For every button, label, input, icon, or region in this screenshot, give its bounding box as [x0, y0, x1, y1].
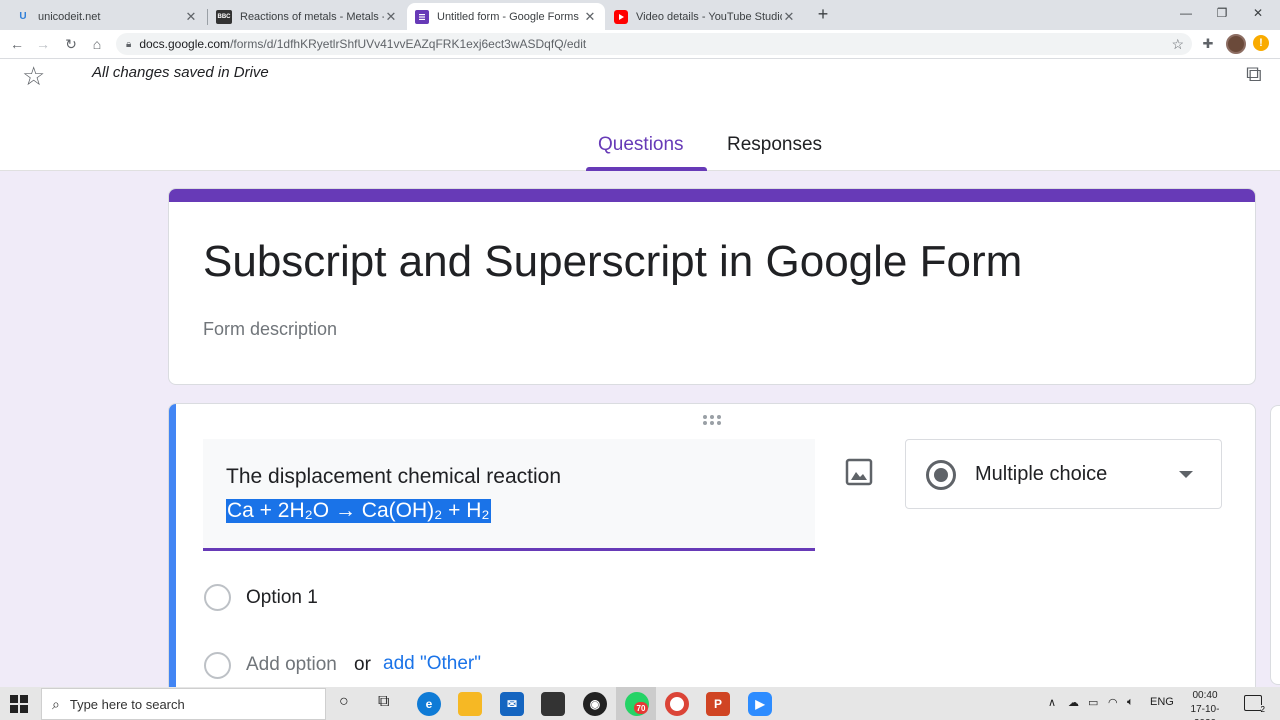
form-title[interactable]: Subscript and Superscript in Google Form [203, 237, 1022, 287]
edge-icon[interactable]: e [417, 692, 441, 716]
mail-icon[interactable]: ✉ [500, 692, 524, 716]
tray-overflow-icon[interactable]: ∧ [1048, 696, 1056, 709]
search-icon: ⌕ [52, 695, 60, 712]
notification-count: 2 [1260, 705, 1265, 714]
reload-icon[interactable]: ↻ [62, 35, 80, 53]
browser-toolbar: ← → ↻ ⌂ 🔒︎ docs.google.com /forms/d/1dfh… [0, 30, 1280, 59]
maximize-icon[interactable]: ❐ [1204, 2, 1240, 24]
windows-taskbar: ⌕ Type here to search ○ ⧉ e ✉ ◉ 70 P ▶ ∧… [0, 687, 1280, 720]
youtube-favicon-icon [614, 9, 628, 24]
question-text-line1: The displacement chemical reaction [226, 465, 561, 488]
tab-title: Untitled form - Google Forms [437, 10, 579, 23]
profile-avatar[interactable] [1226, 34, 1246, 54]
drag-handle-icon[interactable] [702, 414, 726, 426]
floating-toolbar [1270, 405, 1280, 685]
obs-icon[interactable]: ◉ [583, 692, 607, 716]
cortana-icon[interactable]: ○ [339, 693, 349, 711]
save-status: All changes saved in Drive [92, 64, 269, 81]
addon-puzzle-icon[interactable]: ⧉ [1246, 61, 1262, 87]
task-view-icon[interactable]: ⧉ [378, 693, 389, 711]
bookmark-star-icon[interactable]: ☆ [1171, 36, 1184, 53]
tab-title: Reactions of metals - Metals - Na [240, 10, 384, 23]
battery-icon[interactable]: ▭ [1088, 696, 1098, 709]
cloud-icon[interactable]: ☁ [1068, 696, 1079, 709]
close-window-icon[interactable]: ✕ [1240, 2, 1276, 24]
system-clock[interactable]: 00:40 17-10-2020 [1180, 689, 1230, 720]
question-title-input[interactable]: The displacement chemical reaction Ca + … [203, 439, 815, 551]
tab-close-icon[interactable]: ✕ [184, 9, 198, 25]
browser-tab-youtube-studio[interactable]: Video details - YouTube Studio ✕ [606, 3, 804, 30]
active-question-indicator [169, 404, 176, 702]
dropdown-arrow-icon [1179, 471, 1193, 478]
browser-tab-bbc[interactable]: BBC Reactions of metals - Metals - Na ✕ [208, 3, 406, 30]
browser-tab-strip: U unicodeit.net ✕ BBC Reactions of metal… [0, 0, 1280, 30]
question-type-label: Multiple choice [975, 463, 1108, 485]
option-1-input[interactable]: Option 1 [246, 587, 318, 609]
store-icon[interactable] [541, 692, 565, 716]
question-text-line2-selected: Ca + 2H₂O → Ca(OH)₂ + H₂ [226, 499, 491, 523]
zoom-icon[interactable]: ▶ [748, 692, 772, 716]
chrome-icon[interactable] [665, 692, 689, 716]
question-card: The displacement chemical reaction Ca + … [168, 403, 1256, 703]
radio-button-icon [926, 460, 956, 490]
tab-title: unicodeit.net [38, 10, 101, 23]
address-bar[interactable]: 🔒︎ docs.google.com /forms/d/1dfhKRyetlrS… [116, 33, 1192, 55]
tab-close-icon[interactable]: ✕ [782, 9, 796, 25]
forms-favicon-icon [415, 9, 429, 24]
question-type-dropdown[interactable]: Multiple choice [905, 439, 1222, 509]
option-radio-icon [204, 584, 231, 611]
update-available-icon[interactable]: ! [1253, 35, 1269, 51]
browser-tab-google-forms[interactable]: Untitled form - Google Forms ✕ [407, 3, 605, 30]
tab-title: Video details - YouTube Studio [636, 10, 782, 23]
taskbar-search-input[interactable]: ⌕ Type here to search [41, 688, 326, 720]
active-tab-indicator [586, 167, 707, 171]
whatsapp-badge: 70 [634, 702, 648, 714]
minimize-icon[interactable]: — [1168, 2, 1204, 24]
forward-arrow-icon[interactable]: → [34, 35, 52, 53]
add-option-radio-icon [204, 652, 231, 679]
clock-time: 00:40 [1192, 690, 1218, 701]
wifi-icon[interactable]: ◠ [1108, 696, 1118, 709]
volume-icon[interactable]: 🔈︎ [1127, 696, 1134, 709]
back-arrow-icon[interactable]: ← [8, 35, 26, 53]
file-explorer-icon[interactable] [458, 692, 482, 716]
action-center-icon[interactable]: 2 [1244, 695, 1265, 714]
tab-questions[interactable]: Questions [598, 134, 684, 156]
bbc-favicon-icon: BBC [216, 9, 232, 24]
theme-color-bar [169, 189, 1255, 202]
powerpoint-icon[interactable]: P [706, 692, 730, 716]
lock-icon: 🔒︎ [126, 38, 132, 50]
url-path: /forms/d/1dfhKRyetlrShfUVv41vvEAZqFRK1ex… [230, 37, 587, 51]
or-label: or [354, 654, 371, 675]
tab-responses[interactable]: Responses [727, 134, 822, 156]
language-indicator[interactable]: ENG [1150, 696, 1174, 708]
url-host: docs.google.com [139, 37, 231, 51]
add-image-icon[interactable] [845, 458, 873, 486]
home-icon[interactable]: ⌂ [88, 35, 106, 53]
forms-header: ☆ All changes saved in Drive ⧉ Questions… [0, 59, 1280, 171]
form-description-input[interactable]: Form description [203, 319, 337, 340]
browser-tab-unicodeit[interactable]: U unicodeit.net ✕ [8, 3, 206, 30]
tab-close-icon[interactable]: ✕ [583, 9, 597, 25]
extensions-puzzle-icon[interactable]: ✚ [1199, 35, 1217, 53]
new-tab-button[interactable]: + [813, 4, 833, 24]
clock-date: 17-10-2020 [1190, 704, 1220, 720]
add-option-button[interactable]: Add option [246, 654, 337, 676]
windows-start-icon[interactable] [10, 695, 28, 713]
form-title-card: Subscript and Superscript in Google Form… [168, 188, 1256, 385]
search-placeholder: Type here to search [69, 696, 185, 712]
star-icon[interactable]: ☆ [22, 61, 45, 92]
unicodeit-favicon-icon: U [19, 11, 27, 22]
add-other-link[interactable]: add "Other" [383, 653, 481, 675]
tab-close-icon[interactable]: ✕ [384, 9, 398, 25]
